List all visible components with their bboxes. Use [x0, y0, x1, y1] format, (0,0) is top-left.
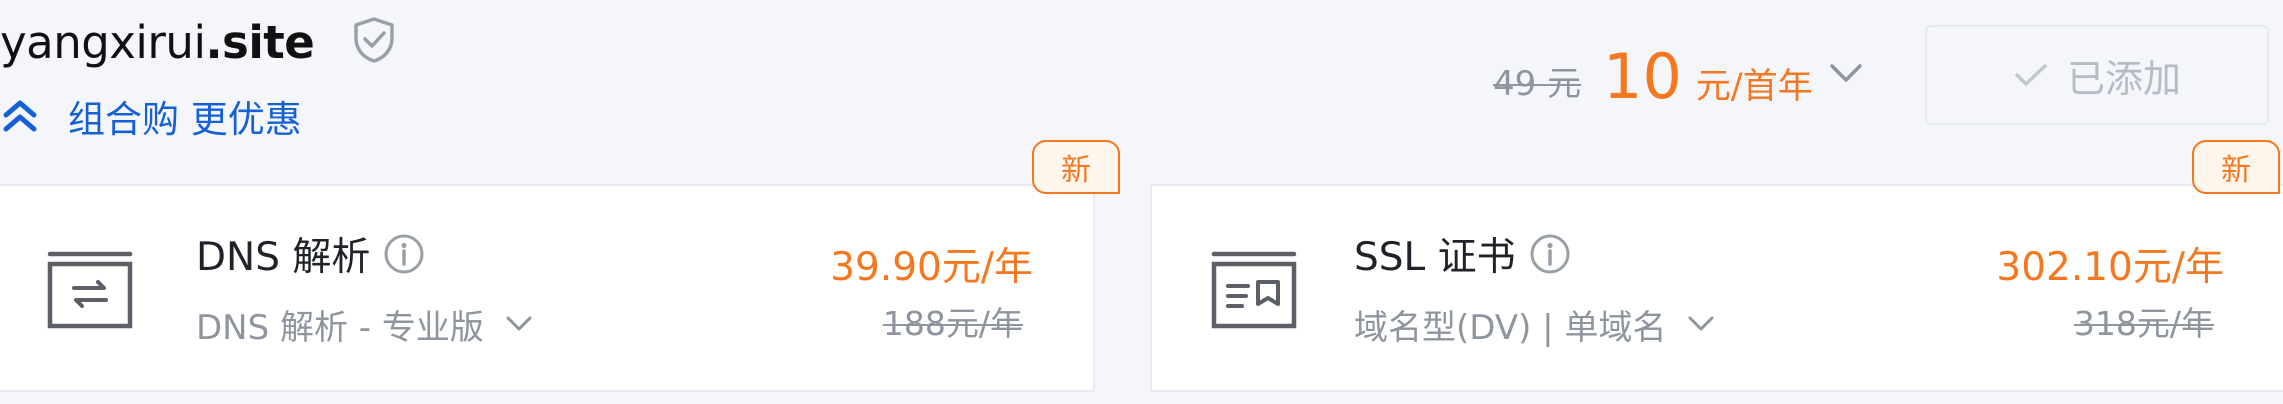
added-button-label: 已添加 [2066, 56, 2181, 101]
product-spec-label: 域名型(DV) | 单域名 [1354, 307, 1667, 348]
product-card-dns[interactable]: DNS 解析 DNS 解析 - 专业版 39.90元/年 188元/年 [0, 184, 1095, 392]
current-price: 10 元/首年 [1603, 40, 1813, 116]
new-badge: 新 [1032, 140, 1120, 194]
original-price: 49 元 [1493, 63, 1582, 104]
double-chevron-up-icon [3, 100, 37, 132]
product-original-price: 188元/年 [882, 304, 1023, 343]
chevron-down-icon [1688, 316, 1714, 331]
dns-exchange-icon [47, 251, 133, 329]
info-icon[interactable] [382, 232, 426, 276]
domain-purchase-panel: yangxirui .site 组合购 更优惠 49 元 10 元/首年 已添加 … [0, 0, 2283, 404]
product-name: SSL 证书 [1354, 226, 1572, 282]
product-name: DNS 解析 [196, 226, 426, 282]
chevron-down-icon[interactable] [1826, 58, 1866, 90]
info-icon[interactable] [1528, 232, 1572, 276]
new-badge: 新 [2192, 140, 2280, 194]
shield-check-icon [354, 17, 394, 63]
product-name-label: SSL 证书 [1354, 235, 1516, 280]
ssl-certificate-icon [1211, 251, 1297, 329]
product-price: 39.90元/年 [830, 245, 1033, 290]
check-icon [2015, 64, 2047, 86]
combo-promo-toggle[interactable]: 组合购 更优惠 [0, 88, 302, 144]
product-original-price: 318元/年 [2073, 304, 2214, 343]
product-card-ssl[interactable]: SSL 证书 域名型(DV) | 单域名 302.10元/年 318元/年 [1150, 184, 2283, 392]
chevron-down-icon [506, 316, 532, 331]
product-spec-label: DNS 解析 - 专业版 [196, 307, 484, 348]
product-name-label: DNS 解析 [196, 235, 371, 280]
product-price: 302.10元/年 [1996, 245, 2224, 290]
product-spec-select[interactable]: DNS 解析 - 专业版 [196, 298, 534, 350]
current-price-unit: 元/首年 [1695, 67, 1813, 107]
domain-suffix: .site [205, 15, 315, 69]
domain-name-main: yangxirui [0, 15, 206, 69]
current-price-value: 10 [1603, 40, 1682, 113]
combo-promo-label: 组合购 更优惠 [68, 98, 302, 141]
product-spec-select[interactable]: 域名型(DV) | 单域名 [1354, 298, 1716, 350]
domain-name: yangxirui .site [0, 12, 315, 72]
added-button[interactable]: 已添加 [1925, 25, 2269, 125]
